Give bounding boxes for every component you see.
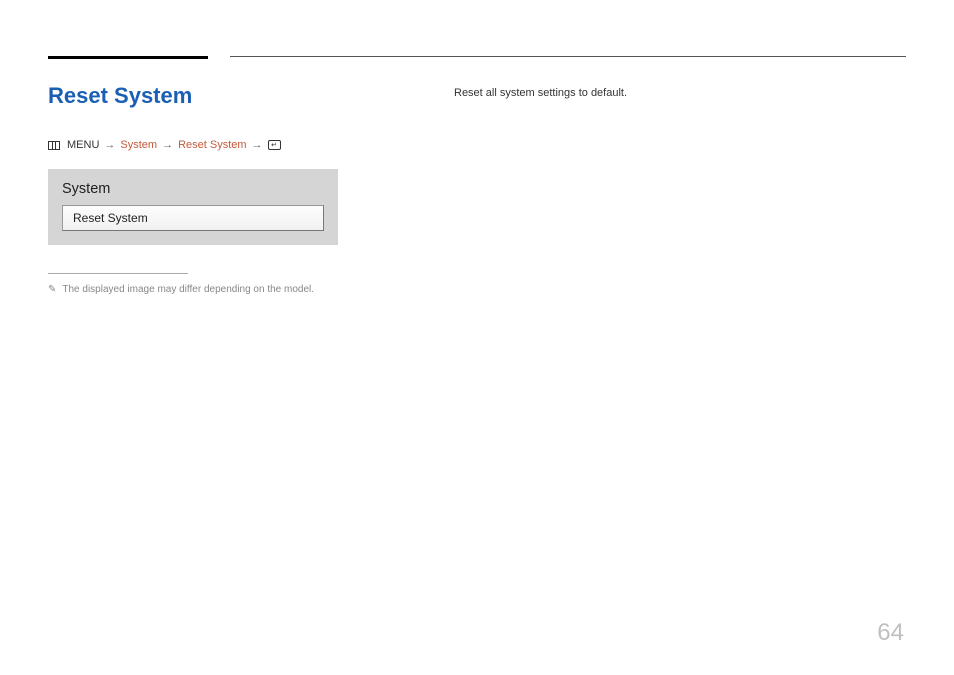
breadcrumb-menu: MENU — [67, 139, 99, 151]
enter-icon: ↵ — [268, 140, 281, 150]
panel-header: System — [62, 181, 324, 197]
menu-icon — [48, 141, 60, 150]
footnote-text: The displayed image may differ depending… — [62, 284, 314, 295]
top-rules — [48, 56, 906, 59]
breadcrumb-system: System — [120, 139, 157, 151]
arrow-icon: → — [162, 139, 173, 151]
rule-right — [230, 56, 906, 59]
footnote-rule — [48, 273, 188, 274]
breadcrumb-reset: Reset System — [178, 139, 246, 151]
footnote: ✎ The displayed image may differ dependi… — [48, 284, 338, 295]
right-column: Reset all system settings to default. — [454, 83, 906, 99]
breadcrumb: MENU → System → Reset System → ↵ — [48, 139, 338, 151]
left-column: Reset System MENU → System → Reset Syste… — [48, 83, 338, 295]
settings-panel: System Reset System — [48, 169, 338, 245]
arrow-icon: → — [252, 139, 263, 151]
arrow-icon: → — [104, 139, 115, 151]
rule-left — [48, 56, 208, 59]
page-title: Reset System — [48, 83, 338, 109]
page-number: 64 — [877, 619, 904, 647]
description-text: Reset all system settings to default. — [454, 87, 906, 99]
panel-item-reset[interactable]: Reset System — [62, 205, 324, 231]
pencil-icon: ✎ — [48, 284, 56, 295]
